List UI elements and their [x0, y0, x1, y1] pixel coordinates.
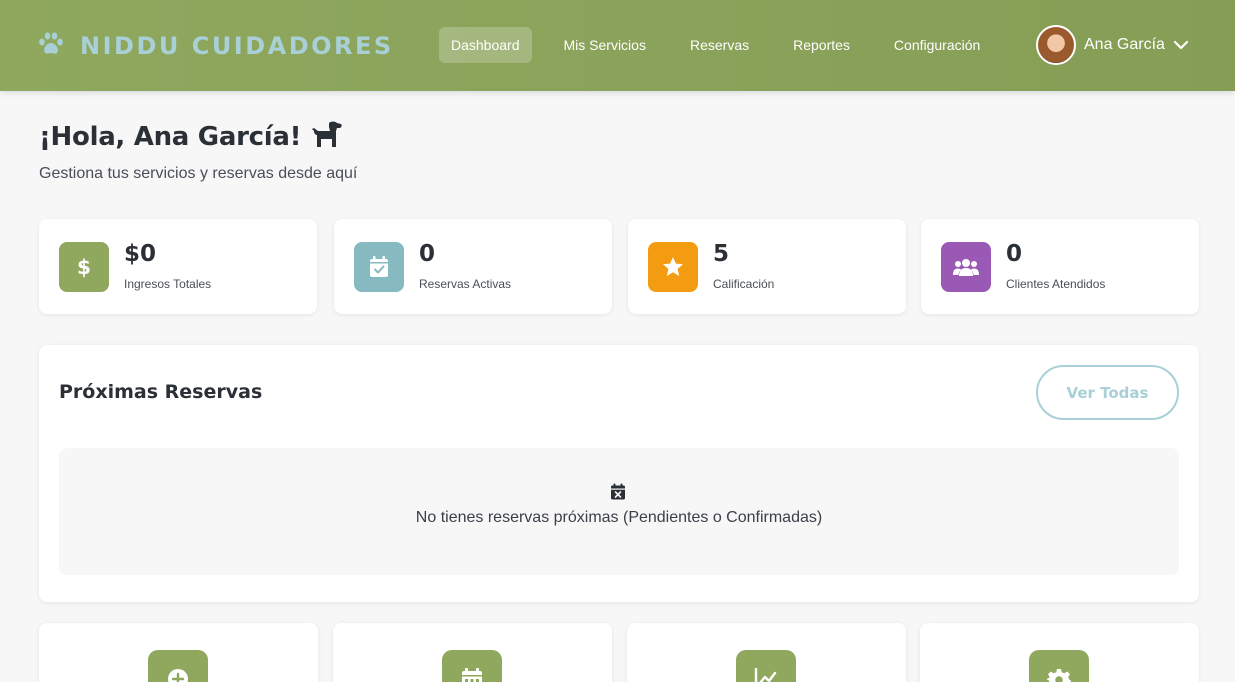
- user-name: Ana García: [1084, 36, 1165, 53]
- page-title: ¡Hola, Ana García!: [39, 122, 302, 152]
- upcoming-reservations-panel: Próximas Reservas Ver Todas No tienes re…: [39, 345, 1199, 602]
- stat-label: Calificación: [713, 277, 775, 291]
- nav-reservas[interactable]: Reservas: [678, 27, 761, 63]
- stat-label: Reservas Activas: [419, 277, 512, 291]
- dog-icon: [309, 120, 343, 154]
- view-all-button[interactable]: Ver Todas: [1036, 365, 1179, 420]
- brand-logo[interactable]: NIDDU CUIDADORES: [38, 30, 394, 62]
- quick-action-add-service[interactable]: [39, 623, 318, 682]
- calendar-x-icon: [610, 483, 626, 504]
- brand-name: NIDDU CUIDADORES: [80, 32, 394, 60]
- quick-action-settings[interactable]: [920, 623, 1199, 682]
- chevron-down-icon[interactable]: [1173, 36, 1189, 55]
- stat-value: $0: [124, 241, 157, 267]
- stat-value: 0: [1006, 241, 1023, 267]
- chart-line-icon: [736, 650, 796, 682]
- greeting: ¡Hola, Ana García!: [39, 120, 343, 154]
- users-icon: [941, 242, 991, 292]
- section-title: Próximas Reservas: [59, 381, 263, 403]
- paw-icon: [38, 32, 64, 60]
- quick-action-reports[interactable]: [627, 623, 906, 682]
- calendar-icon: [442, 650, 502, 682]
- nav-reportes[interactable]: Reportes: [781, 27, 862, 63]
- star-icon: [648, 242, 698, 292]
- quick-action-reservations[interactable]: [333, 623, 612, 682]
- svg-text:$: $: [77, 255, 91, 279]
- nav-dashboard[interactable]: Dashboard: [439, 27, 532, 63]
- page-subtitle: Gestiona tus servicios y reservas desde …: [39, 165, 358, 182]
- empty-message: No tienes reservas próximas (Pendientes …: [415, 509, 823, 526]
- user-menu[interactable]: Ana García: [1036, 25, 1189, 65]
- stat-card-ingresos: $ $0 Ingresos Totales: [39, 219, 317, 314]
- nav-mis-servicios[interactable]: Mis Servicios: [552, 27, 658, 63]
- top-navbar: NIDDU CUIDADORES Dashboard Mis Servicios…: [0, 0, 1235, 91]
- stat-label: Clientes Atendidos: [1006, 277, 1106, 291]
- nav-configuracion[interactable]: Configuración: [882, 27, 992, 63]
- gear-icon: [1029, 650, 1089, 682]
- empty-state: No tienes reservas próximas (Pendientes …: [59, 448, 1179, 575]
- stat-card-calificacion: 5 Calificación: [628, 219, 906, 314]
- plus-circle-icon: [148, 650, 208, 682]
- stat-label: Ingresos Totales: [124, 277, 212, 291]
- avatar[interactable]: [1036, 25, 1076, 65]
- stat-value: 0: [419, 241, 436, 267]
- stat-value: 5: [713, 241, 730, 267]
- main-nav: Dashboard Mis Servicios Reservas Reporte…: [439, 27, 1012, 63]
- stat-card-clientes: 0 Clientes Atendidos: [921, 219, 1199, 314]
- stat-card-reservas-activas: 0 Reservas Activas: [334, 219, 612, 314]
- dollar-icon: $: [59, 242, 109, 292]
- calendar-check-icon: [354, 242, 404, 292]
